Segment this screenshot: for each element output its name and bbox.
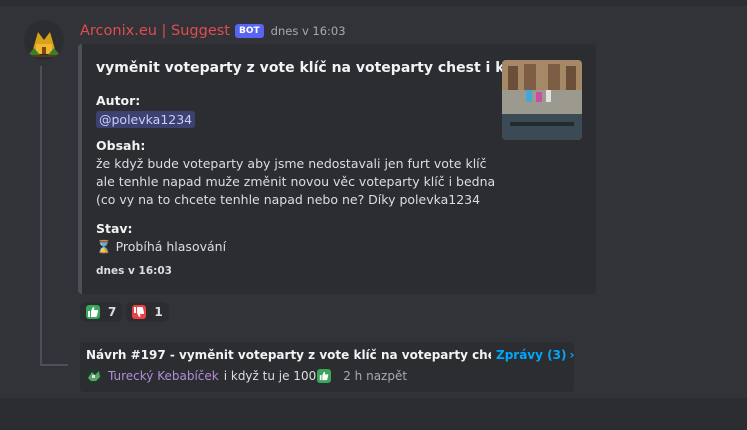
embed-thumbnail[interactable]: [502, 60, 582, 140]
embed-footer-timestamp: dnes v 16:03: [96, 265, 172, 277]
content-field-value: že když bude voteparty aby jsme nedostav…: [96, 156, 496, 207]
bottom-strip: [0, 398, 747, 430]
chevron-right-icon: ›: [569, 348, 575, 362]
status-field-value: ⌛ Probíhá hlasování: [96, 238, 226, 256]
bot-avatar[interactable]: [24, 20, 64, 60]
castle-logo-icon: [24, 20, 64, 60]
message-header: Arconix.eu | Suggest BOT dnes v 16:03: [80, 21, 346, 41]
author-field-value: @polevka1234: [96, 111, 196, 129]
thumbs-down-count: 1: [154, 305, 163, 319]
status-field-label: Stav:: [96, 221, 133, 236]
thumbnail-image: [502, 60, 582, 140]
author-field-label: Autor:: [96, 93, 141, 108]
thumbs-down-icon: [132, 305, 147, 319]
user-avatar-icon: [86, 368, 102, 384]
thumbs-up-emoji-icon: [317, 369, 332, 383]
thread-connector-hook: [40, 364, 68, 366]
bot-tag: BOT: [235, 24, 264, 38]
embed-title: vyměnit voteparty z vote klíč na votepar…: [96, 60, 523, 76]
top-strip: [0, 0, 747, 6]
reaction-thumbs-up[interactable]: 7: [80, 302, 123, 322]
preview-timestamp: 2 h nazpět: [343, 369, 408, 383]
preview-message: i když tu je 100: [223, 369, 317, 383]
thread-title[interactable]: Návrh #197 - vyměnit voteparty z vote kl…: [86, 348, 491, 362]
user-mention[interactable]: @polevka1234: [96, 111, 196, 128]
hourglass-icon: ⌛: [96, 239, 112, 254]
message-timestamp[interactable]: dnes v 16:03: [271, 24, 346, 38]
reactions-bar: 7 1: [80, 302, 169, 322]
reaction-thumbs-down[interactable]: 1: [126, 302, 169, 322]
preview-username[interactable]: Turecký Kebabíček: [108, 369, 219, 383]
thread-card[interactable]: Návrh #197 - vyměnit voteparty z vote kl…: [80, 342, 574, 392]
status-text: Probíhá hlasování: [115, 239, 227, 254]
user-avatar[interactable]: [86, 368, 102, 384]
thread-messages-link[interactable]: Zprávy (3) ›: [496, 348, 574, 362]
thread-messages-label: Zprávy (3): [496, 348, 567, 362]
thumbs-up-count: 7: [108, 305, 117, 319]
suggestion-embed: vyměnit voteparty z vote klíč na votepar…: [78, 44, 596, 294]
thread-connector-line: [40, 66, 42, 366]
thread-last-message: Turecký Kebabíček i když tu je 100 2 h n…: [86, 368, 407, 384]
content-field-label: Obsah:: [96, 138, 146, 153]
thumbs-up-icon: [86, 305, 100, 319]
author-name[interactable]: Arconix.eu | Suggest: [80, 23, 230, 39]
